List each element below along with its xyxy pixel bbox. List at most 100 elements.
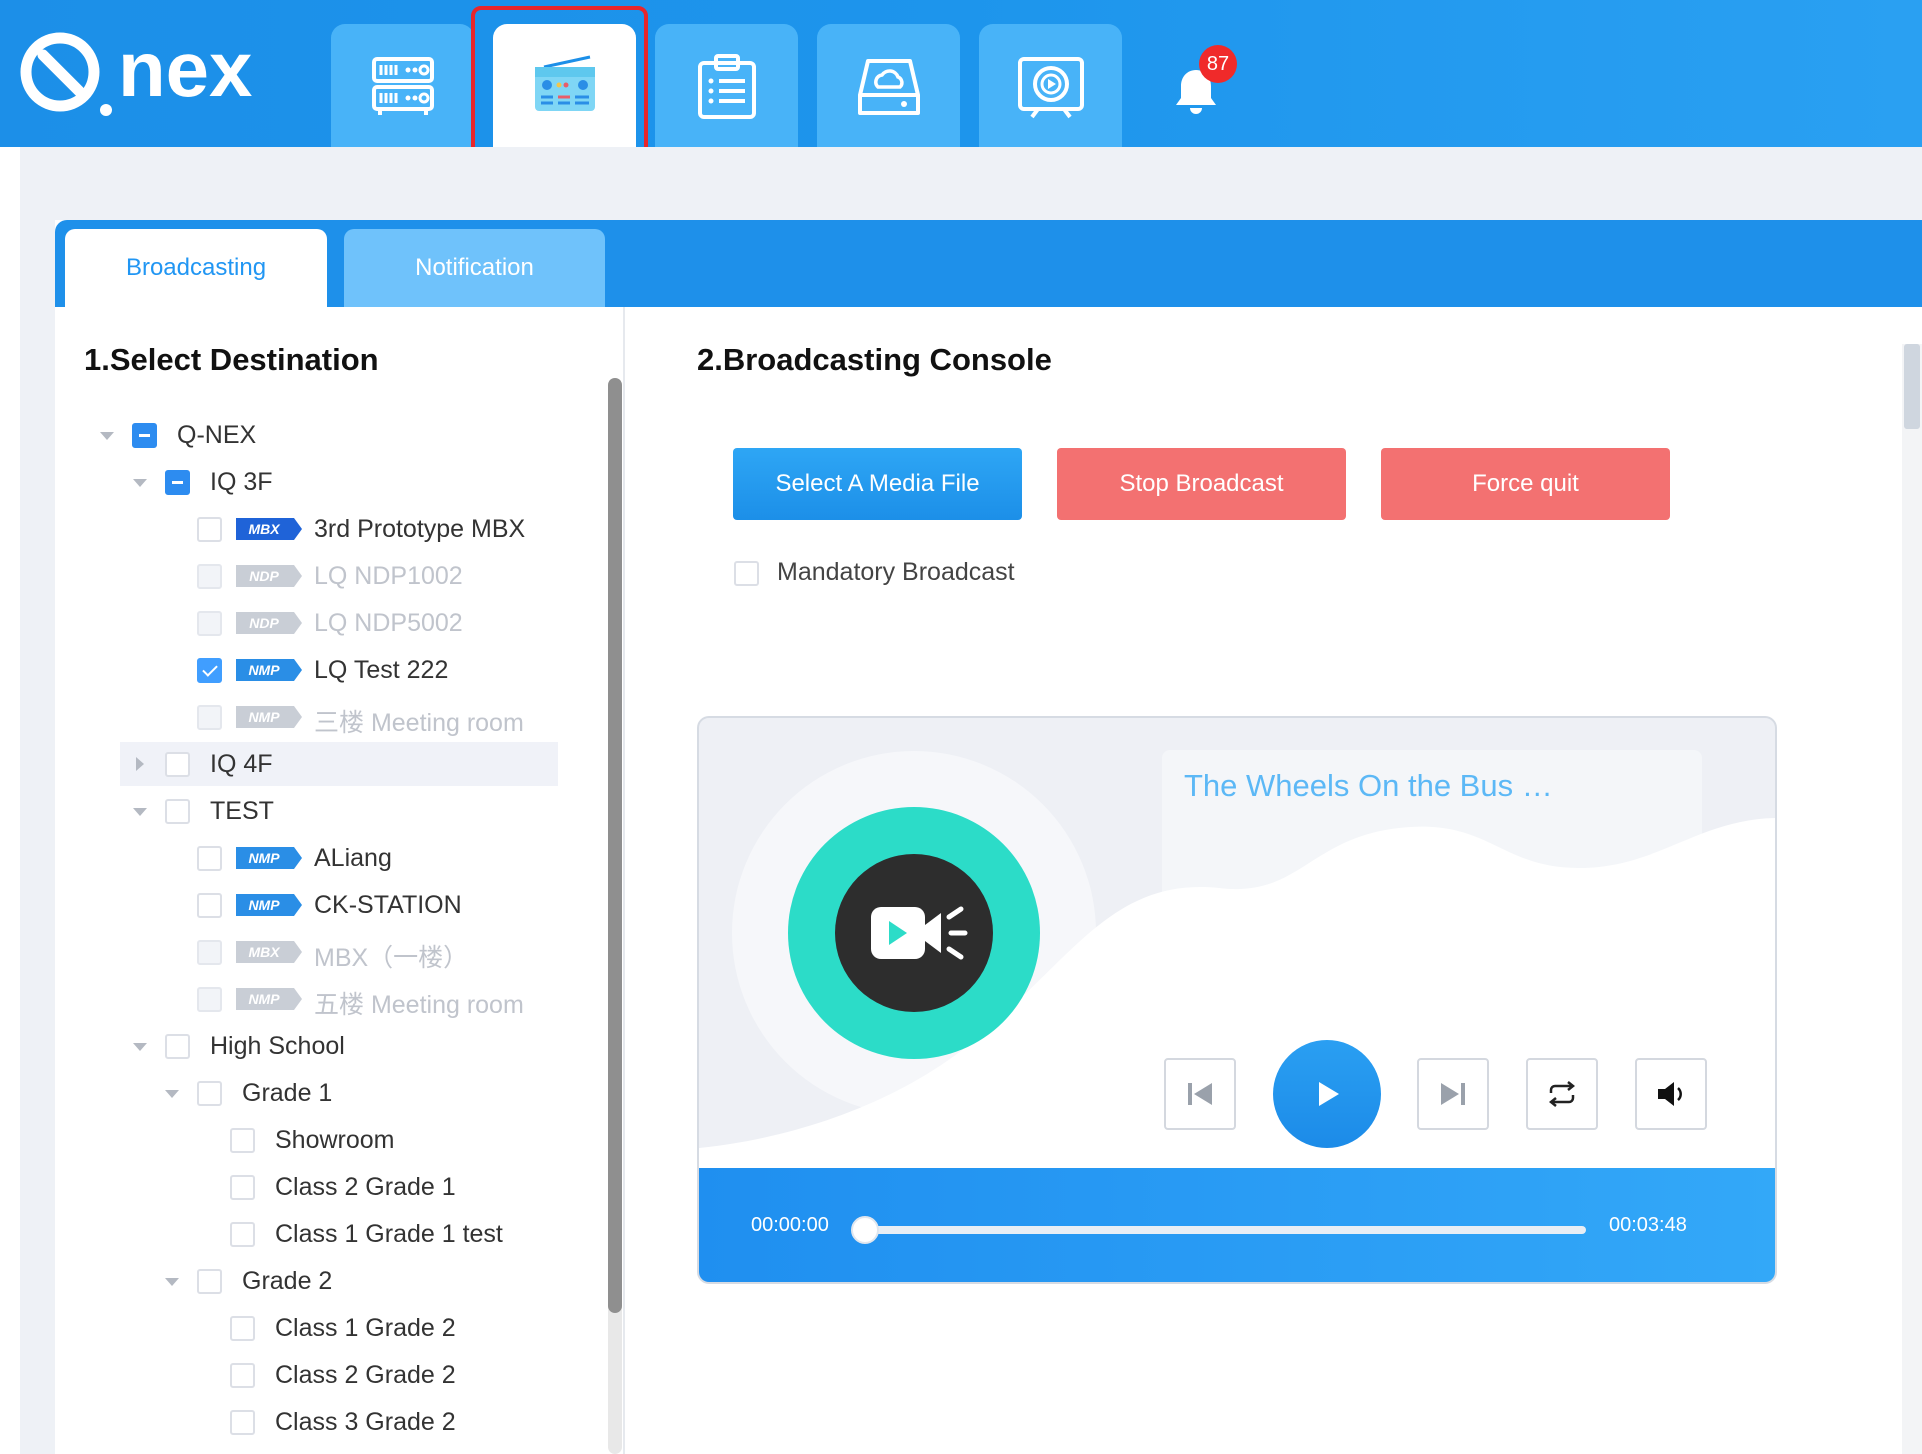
tree-node-checkbox <box>197 564 222 589</box>
tree-node-checkbox[interactable] <box>165 799 190 824</box>
tree-node-label: Grade 2 <box>242 1267 333 1295</box>
repeat-button[interactable] <box>1526 1058 1598 1130</box>
tree-node[interactable]: NMP 三楼 Meeting room <box>120 695 600 739</box>
nav-broadcast-tab[interactable] <box>493 24 636 147</box>
tree-node[interactable]: Grade 1 <box>120 1071 600 1115</box>
tree-scrollbar-thumb[interactable] <box>608 378 622 1313</box>
volume-icon <box>1658 1082 1682 1106</box>
tree-node-checkbox[interactable] <box>197 1269 222 1294</box>
tree-node-checkbox[interactable] <box>230 1128 255 1153</box>
tree-node-label: ALiang <box>314 844 392 872</box>
tab-broadcasting[interactable]: Broadcasting <box>65 229 327 307</box>
tree-node[interactable]: Class 2 Grade 1 <box>120 1165 600 1209</box>
tree-node-checkbox[interactable] <box>197 846 222 871</box>
tree-node-checkbox <box>197 705 222 730</box>
page-scrollbar-thumb[interactable] <box>1904 344 1920 429</box>
current-time: 00:00:00 <box>751 1214 829 1236</box>
svg-text:NDP: NDP <box>249 615 279 631</box>
nmp-device-tag-icon: NMP <box>236 894 302 916</box>
tree-node-label: LQ Test 222 <box>314 656 449 684</box>
tree-node-checkbox[interactable] <box>165 752 190 777</box>
top-header: nex 87 <box>0 0 1922 189</box>
skip-previous-icon <box>1188 1083 1212 1105</box>
tree-node[interactable]: Class 1 Grade 2 <box>120 1306 600 1350</box>
tree-scrollbar[interactable] <box>608 378 622 1454</box>
tree-node-label: TEST <box>210 797 274 825</box>
tree-node-label: Showroom <box>275 1126 395 1154</box>
tree-node[interactable]: NMP CK-STATION <box>120 883 600 927</box>
tree-node[interactable]: IQ 4F <box>120 742 558 786</box>
svg-text:NMP: NMP <box>248 709 280 725</box>
tree-node-checkbox[interactable] <box>230 1316 255 1341</box>
tree-node[interactable]: Grade 2 <box>120 1259 600 1303</box>
nav-media-tab[interactable] <box>979 24 1122 147</box>
qnex-logo[interactable]: nex <box>18 28 298 123</box>
tree-node[interactable]: Class 1 Grade 1 test <box>120 1212 600 1256</box>
svg-text:NMP: NMP <box>248 991 280 1007</box>
tree-node-checkbox[interactable] <box>230 1410 255 1435</box>
tree-node-label: High School <box>210 1032 345 1060</box>
media-player: The Wheels On the Bus … 00:00:00 00:03:4… <box>697 716 1777 1284</box>
progress-track[interactable] <box>864 1226 1586 1234</box>
tab-notification[interactable]: Notification <box>344 229 605 307</box>
console-title: 2.Broadcasting Console <box>697 342 1052 377</box>
progress-knob[interactable] <box>851 1216 879 1244</box>
tree-node-checkbox[interactable] <box>197 893 222 918</box>
tree-node-checkbox[interactable] <box>197 658 222 683</box>
next-track-button[interactable] <box>1417 1058 1489 1130</box>
tree-node-checkbox <box>197 611 222 636</box>
tree-node-checkbox[interactable] <box>230 1175 255 1200</box>
tree-node-checkbox[interactable] <box>230 1363 255 1388</box>
stop-broadcast-button[interactable]: Stop Broadcast <box>1057 448 1346 520</box>
ndp-device-tag-icon: NDP <box>236 612 302 634</box>
nmp-device-tag-icon: NMP <box>236 706 302 728</box>
tree-node[interactable]: High School <box>120 1024 600 1068</box>
tree-node-label: Class 2 Grade 1 <box>275 1173 456 1201</box>
tree-node[interactable]: TEST <box>120 789 600 833</box>
destination-tree: Q-NEX IQ 3F MBX 3rd Prototype MBX NDP LQ NDP1… <box>57 307 625 1454</box>
volume-button[interactable] <box>1635 1058 1707 1130</box>
tree-node[interactable]: Class 3 Grade 2 <box>120 1400 600 1444</box>
clipboard-icon <box>697 53 756 119</box>
tree-node[interactable]: NDP LQ NDP5002 <box>120 601 600 645</box>
tree-node-checkbox[interactable] <box>132 423 157 448</box>
nav-schedule-tab[interactable] <box>655 24 798 147</box>
tree-node-checkbox[interactable] <box>197 1081 222 1106</box>
caret-right-icon[interactable] <box>136 757 144 771</box>
caret-down-icon[interactable] <box>165 1278 179 1286</box>
mandatory-broadcast-checkbox[interactable] <box>734 561 759 586</box>
tree-node-label: LQ NDP1002 <box>314 562 463 590</box>
previous-track-button[interactable] <box>1164 1058 1236 1130</box>
caret-down-icon[interactable] <box>133 479 147 487</box>
progress-bar: 00:00:00 00:03:48 <box>699 1168 1775 1282</box>
tree-node[interactable]: NDP LQ NDP1002 <box>120 554 600 598</box>
tree-node-checkbox[interactable] <box>230 1222 255 1247</box>
tree-node[interactable]: NMP ALiang <box>120 836 600 880</box>
tree-node[interactable]: MBX MBX（一楼） <box>120 930 600 974</box>
tree-node[interactable]: NMP 五楼 Meeting room <box>120 977 600 1021</box>
destination-panel: 1.Select Destination Q-NEX IQ 3F MBX 3rd Pr… <box>57 307 625 1454</box>
caret-down-icon[interactable] <box>133 1043 147 1051</box>
tree-node-label: MBX（一楼） <box>314 944 469 972</box>
tree-node[interactable]: Q-NEX <box>100 413 600 457</box>
caret-down-icon[interactable] <box>100 432 114 440</box>
select-media-file-button[interactable]: Select A Media File <box>733 448 1022 520</box>
nav-devices-tab[interactable] <box>331 24 474 147</box>
caret-down-icon[interactable] <box>133 808 147 816</box>
nav-cloud-storage-tab[interactable] <box>817 24 960 147</box>
play-button[interactable] <box>1273 1040 1381 1148</box>
media-artwork <box>788 807 1040 1059</box>
tree-node[interactable]: Class 2 Grade 2 <box>120 1353 600 1397</box>
tree-node[interactable]: NMP LQ Test 222 <box>120 648 600 692</box>
tree-node-checkbox[interactable] <box>197 517 222 542</box>
tree-node-checkbox[interactable] <box>165 1034 190 1059</box>
tree-node[interactable]: MBX 3rd Prototype MBX <box>120 507 600 551</box>
tree-node-checkbox[interactable] <box>165 470 190 495</box>
radio-icon <box>534 55 595 111</box>
page-scrollbar[interactable] <box>1902 344 1922 1454</box>
tree-node[interactable]: IQ 3F <box>120 460 600 504</box>
force-quit-button[interactable]: Force quit <box>1381 448 1670 520</box>
tree-node-checkbox <box>197 940 222 965</box>
caret-down-icon[interactable] <box>165 1090 179 1098</box>
tree-node[interactable]: Showroom <box>120 1118 600 1162</box>
